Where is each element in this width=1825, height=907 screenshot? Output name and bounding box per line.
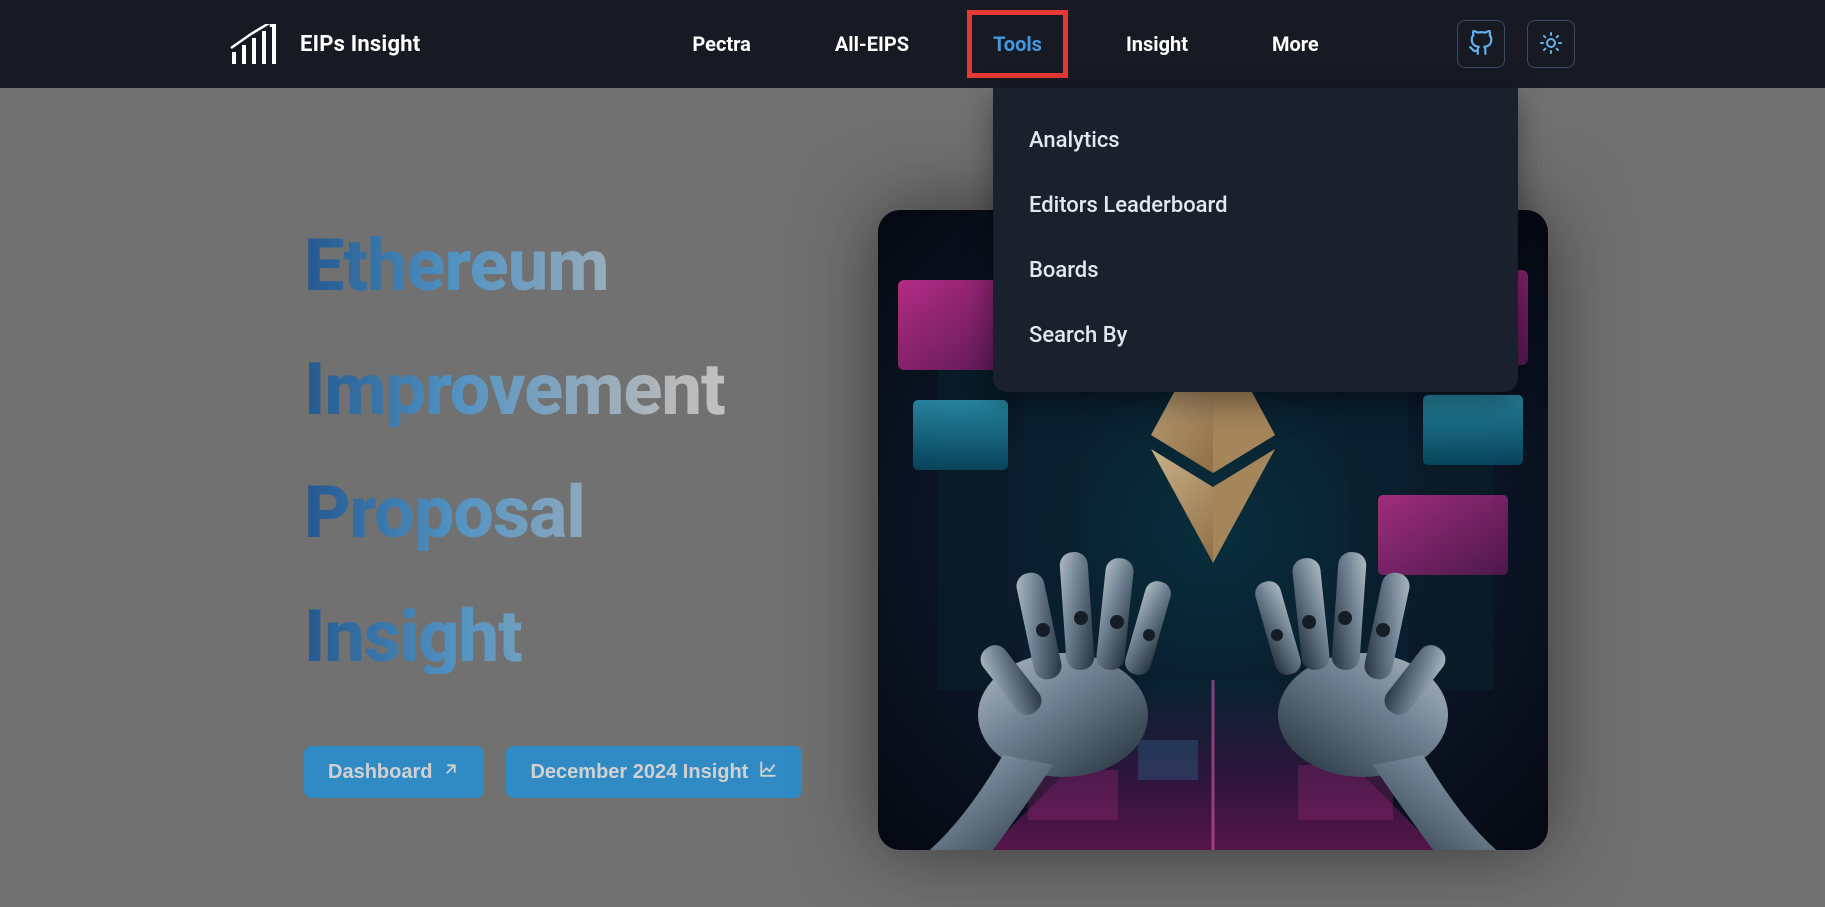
github-button[interactable]: [1457, 20, 1505, 68]
brand[interactable]: EIPs Insight: [230, 24, 420, 64]
theme-toggle-button[interactable]: [1527, 20, 1575, 68]
nav-item-tools[interactable]: Tools: [981, 4, 1054, 84]
dropdown-item-boards[interactable]: Boards: [993, 238, 1518, 303]
sun-icon: [1539, 31, 1563, 58]
navbar: EIPs Insight Pectra All-EIPS Tools Insig…: [0, 0, 1825, 88]
nav-actions: [1457, 20, 1575, 68]
nav-menu: Pectra All-EIPS Tools Insight More: [680, 4, 1330, 84]
nav-item-insight[interactable]: Insight: [1114, 4, 1200, 84]
dropdown-item-editors-leaderboard[interactable]: Editors Leaderboard: [993, 173, 1518, 238]
nav-item-pectra[interactable]: Pectra: [680, 4, 762, 84]
bars-chart-icon: [230, 24, 278, 64]
dropdown-item-analytics[interactable]: Analytics: [993, 108, 1518, 173]
trend-chart-icon: [758, 760, 778, 784]
nav-item-more[interactable]: More: [1260, 4, 1331, 84]
hero-title: Ethereum Improvement Proposal Insight Da…: [304, 228, 802, 798]
tools-dropdown: Analytics Editors Leaderboard Boards Sea…: [993, 88, 1518, 392]
brand-title: EIPs Insight: [300, 32, 420, 57]
nav-item-all-eips[interactable]: All-EIPS: [823, 4, 921, 84]
hero-word: Ethereum: [304, 228, 802, 304]
github-icon: [1468, 30, 1494, 59]
hero-word: Insight: [304, 599, 802, 675]
dashboard-button[interactable]: Dashboard: [304, 746, 484, 798]
hero-word: Proposal: [304, 475, 802, 551]
arrow-up-right-icon: [442, 760, 460, 784]
hero-buttons: Dashboard December 2024 Insight: [304, 746, 802, 798]
dropdown-item-search-by[interactable]: Search By: [993, 303, 1518, 368]
hero-word: Improvement: [304, 352, 802, 428]
monthly-insight-button[interactable]: December 2024 Insight: [506, 746, 802, 798]
